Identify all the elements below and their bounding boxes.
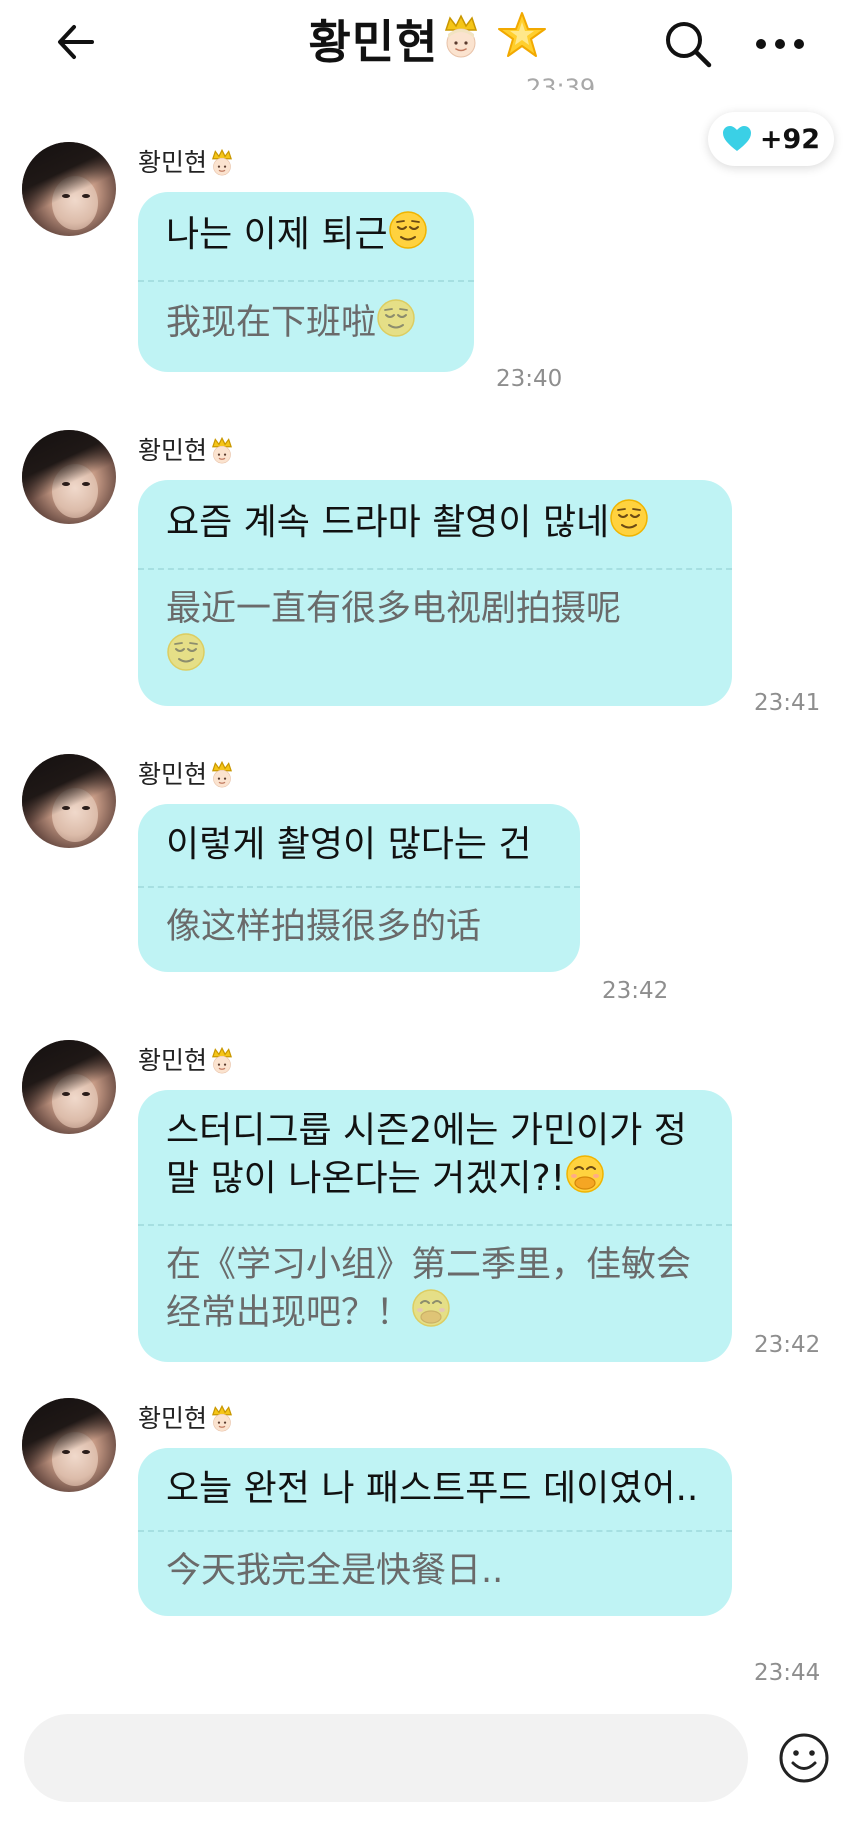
prince-crown-emoji-icon [212, 1047, 232, 1074]
message-time: 23:40 [496, 366, 563, 392]
sender-name-row: 황민현 [138, 1046, 235, 1076]
prince-crown-emoji-icon [212, 1405, 232, 1432]
search-button[interactable] [658, 14, 718, 74]
chat-title-row: 황민현 [0, 10, 857, 77]
message-time: 23:41 [754, 690, 821, 716]
prince-crown-emoji-icon [440, 13, 482, 75]
prince-crown-emoji-icon [212, 149, 232, 176]
avatar[interactable] [22, 142, 116, 236]
sender-name: 황민현 [138, 436, 208, 465]
message-translation-text: 像这样拍摄很多的话 [166, 907, 482, 947]
message-translation-text: 在《学习小组》第二季里，佳敏会经常出现吧？！ [166, 1226, 704, 1340]
hand-over-mouth-face-icon [411, 1288, 451, 1340]
message-input[interactable] [24, 1714, 748, 1802]
glowing-star-icon [496, 10, 548, 77]
message-translation-text: 最近一直有很多电视剧拍摄呢 [166, 570, 704, 684]
prince-crown-emoji-icon [212, 437, 232, 464]
message-bubble[interactable]: 나는 이제 퇴근 我现在下班啦 [138, 192, 474, 372]
smiley-outline-icon [779, 1733, 829, 1783]
sender-name-row: 황민현 [138, 148, 235, 178]
heart-count: +92 [759, 123, 821, 155]
message-bubble[interactable]: 요즘 계속 드라마 촬영이 많네 最近一直有很多电视剧拍摄呢 [138, 480, 732, 706]
more-horizontal-icon [756, 39, 804, 49]
sender-name-row: 황민현 [138, 436, 235, 466]
heart-icon [722, 126, 751, 151]
message-time: 23:42 [754, 1332, 821, 1358]
previous-message-time: 23:39 [526, 76, 596, 90]
message-korean-text: 이렇게 촬영이 많다는 건 [166, 824, 532, 865]
sender-name-row: 황민현 [138, 1404, 235, 1434]
emoji-button[interactable] [776, 1730, 832, 1786]
avatar[interactable] [22, 1398, 116, 1492]
search-icon [666, 22, 712, 68]
message-bubble[interactable]: 스터디그룹 시즌2에는 가민이가 정말 많이 나온다는 거겠지?! 在《学习小组… [138, 1090, 732, 1362]
more-options-button[interactable] [746, 14, 814, 74]
avatar[interactable] [22, 754, 116, 848]
prince-crown-emoji-icon [212, 761, 232, 788]
message-time: 23:44 [754, 1660, 821, 1686]
message-korean-text: 스터디그룹 시즌2에는 가민이가 정말 많이 나온다는 거겠지?! [166, 1108, 704, 1224]
message-time: 23:42 [602, 978, 669, 1004]
relieved-face-icon [609, 498, 649, 550]
heart-reaction-badge[interactable]: +92 [708, 112, 834, 166]
message-bubble[interactable]: 오늘 완전 나 패스트푸드 데이였어.. 今天我完全是快餐日.. [138, 1448, 732, 1616]
message-korean-text: 요즘 계속 드라마 촬영이 많네 [166, 498, 704, 568]
sender-name: 황민현 [138, 1046, 208, 1075]
sender-name-row: 황민현 [138, 760, 235, 790]
message-translation-text: 今天我完全是快餐日.. [166, 1551, 504, 1591]
chat-header: 황민현 [0, 0, 857, 86]
message-korean-text: 오늘 완전 나 패스트푸드 데이였어.. [166, 1468, 699, 1509]
hand-over-mouth-face-icon [565, 1154, 605, 1206]
message-korean-text: 나는 이제 퇴근 [166, 210, 446, 280]
relieved-face-icon [166, 632, 206, 684]
avatar[interactable] [22, 1040, 116, 1134]
chat-title: 황민현 [308, 15, 439, 69]
sender-name: 황민현 [138, 760, 208, 789]
message-translation-text: 我现在下班啦 [166, 282, 446, 350]
relieved-face-icon [388, 210, 428, 262]
sender-name: 황민현 [138, 148, 208, 177]
avatar[interactable] [22, 430, 116, 524]
sender-name: 황민현 [138, 1404, 208, 1433]
relieved-face-icon [376, 298, 416, 350]
message-bubble[interactable]: 이렇게 촬영이 많다는 건 像这样拍摄很多的话 [138, 804, 580, 972]
